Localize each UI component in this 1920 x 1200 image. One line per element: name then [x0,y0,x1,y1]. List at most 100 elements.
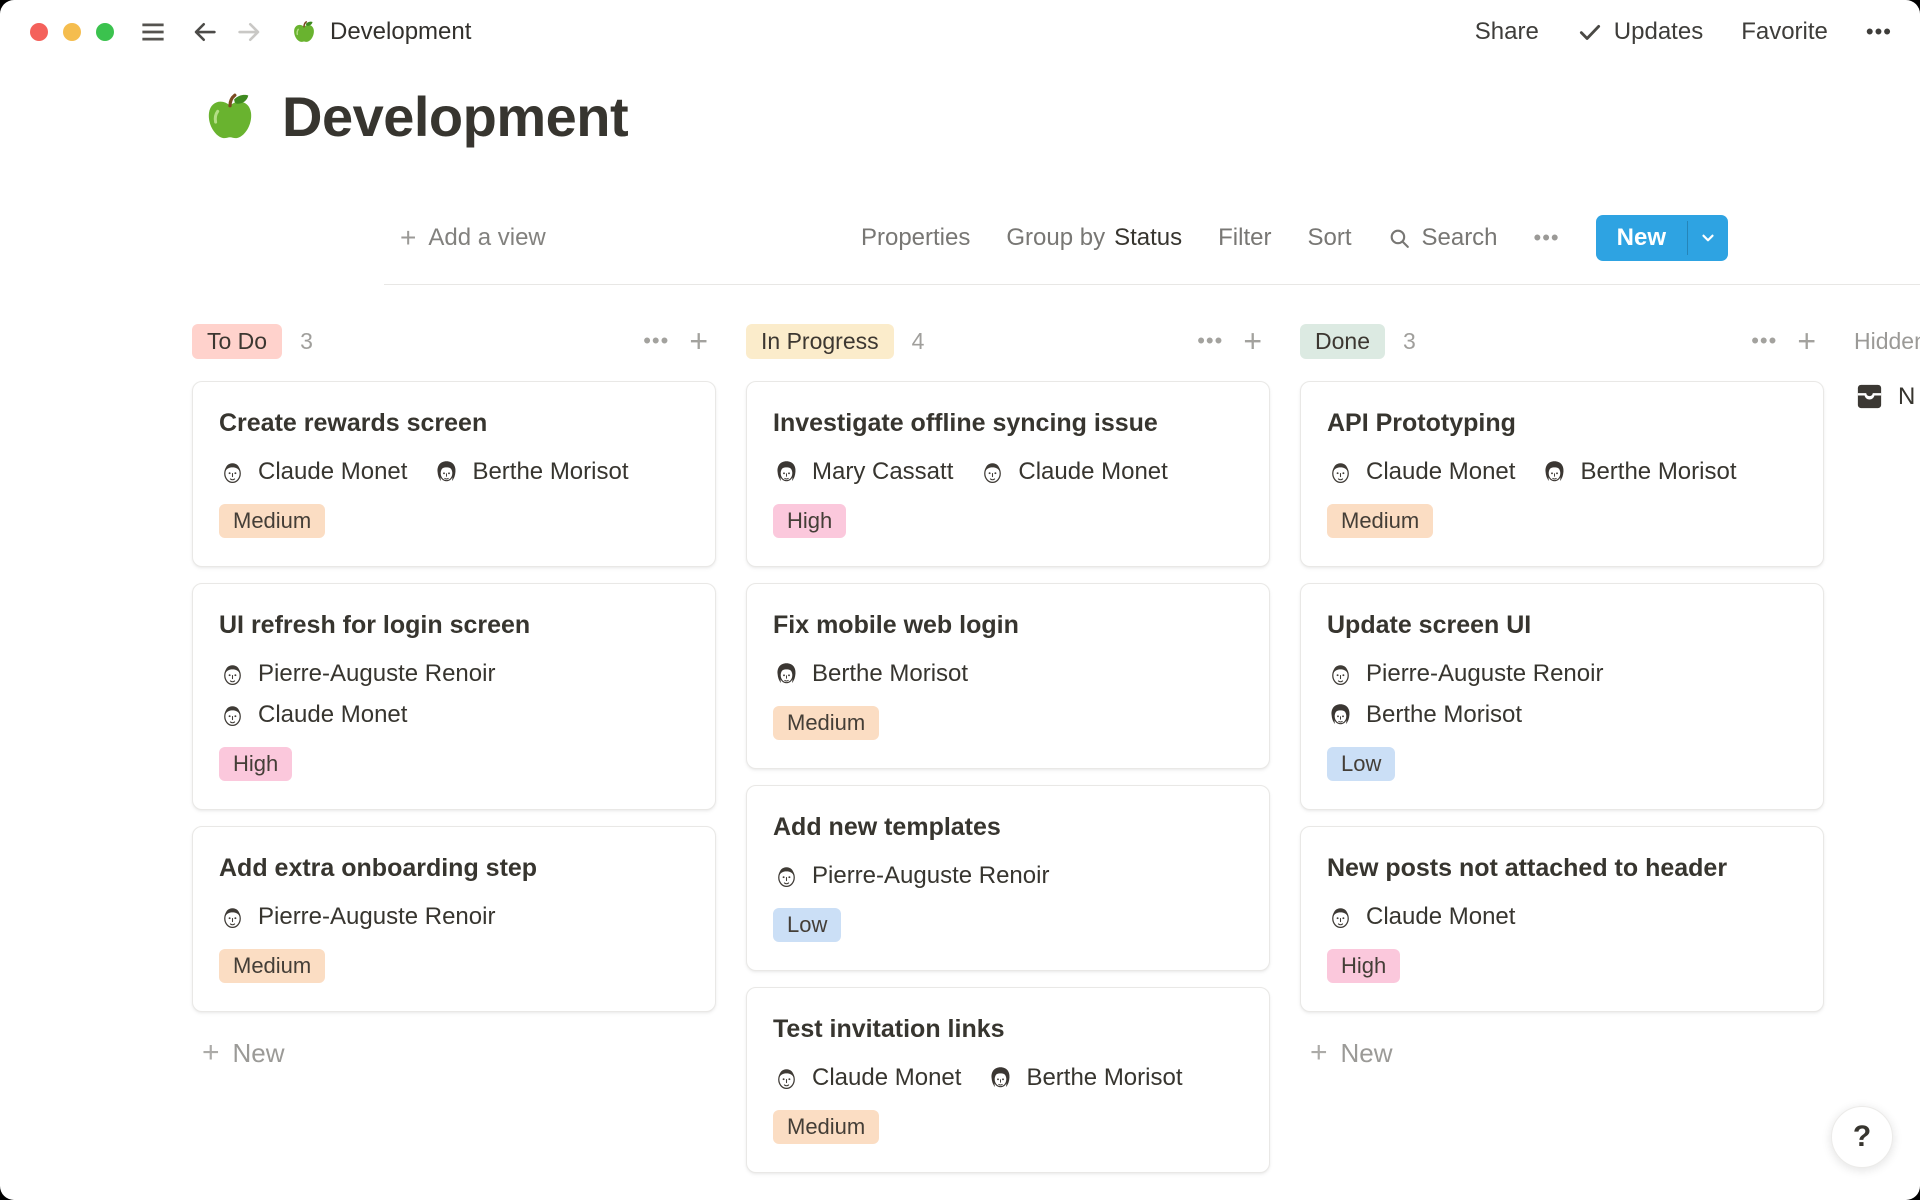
priority-tag: Medium [219,949,325,983]
card[interactable]: UI refresh for login screen Pierre-Augus… [192,583,716,810]
check-icon [1577,19,1603,45]
assignee-list: Pierre-Auguste Renoir [773,862,1243,890]
column-add-icon[interactable]: + [689,325,708,357]
assignee: Berthe Morisot [1541,458,1736,486]
card-title: API Prototyping [1327,408,1797,438]
assignee-list: Pierre-Auguste Renoir Berthe Morisot [1327,660,1797,729]
new-button[interactable]: New [1596,215,1728,261]
new-button-dropdown[interactable] [1688,215,1728,261]
column-more-icon[interactable]: ••• [1751,328,1777,354]
avatar-man-icon [1327,660,1354,688]
share-button[interactable]: Share [1475,18,1539,46]
assignee-name: Mary Cassatt [812,458,953,486]
priority-tag: High [219,747,292,781]
column-more-icon[interactable]: ••• [643,328,669,354]
kanban-board: To Do 3 ••• + Create rewards screen Clau… [0,285,1920,1189]
assignee: Pierre-Auguste Renoir [1327,660,1797,688]
avatar-woman-icon [987,1064,1014,1092]
assignee: Claude Monet [979,458,1167,486]
avatar-woman-icon [1541,458,1568,486]
assignee-list: Claude Monet Berthe Morisot [773,1064,1243,1092]
column-status-pill[interactable]: In Progress [746,324,894,359]
add-view-button[interactable]: + Add a view [400,222,546,254]
plus-icon: + [202,1036,220,1070]
properties-button[interactable]: Properties [861,224,970,252]
priority-tag: Low [773,908,841,942]
card[interactable]: API Prototyping Claude Monet Berthe Mori… [1300,381,1824,567]
no-status-inbox-icon [1854,381,1885,412]
card-title: Add extra onboarding step [219,853,689,883]
assignee-list: Mary Cassatt Claude Monet [773,458,1243,486]
assignee-name: Pierre-Auguste Renoir [258,660,495,688]
help-button[interactable]: ? [1831,1106,1893,1168]
page-apple-icon[interactable] [200,87,260,147]
column-add-icon[interactable]: + [1243,325,1262,357]
column-add-icon[interactable]: + [1797,325,1816,357]
assignee: Pierre-Auguste Renoir [773,862,1243,890]
avatar-man-icon [1327,458,1354,486]
assignee-name: Berthe Morisot [1026,1064,1182,1092]
column-done: Done 3 ••• + API Prototyping Claude Mone… [1300,321,1824,1078]
search-icon [1387,226,1412,251]
app-window: Development Share Updates Favorite ••• D… [0,0,1920,1200]
card-title: Update screen UI [1327,610,1797,640]
toolbar-more-icon[interactable]: ••• [1534,225,1560,251]
assignee-name: Pierre-Auguste Renoir [812,862,1049,890]
priority-tag: High [773,504,846,538]
hidden-columns-toggle[interactable]: Hidden [1854,321,1920,361]
updates-button[interactable]: Updates [1577,18,1703,46]
back-arrow-icon[interactable] [190,17,220,47]
breadcrumb-doc-title[interactable]: Development [330,18,471,46]
minimize-window-button[interactable] [63,23,81,41]
sidebar-menu-icon[interactable] [138,17,168,47]
search-label: Search [1421,224,1497,252]
card[interactable]: Investigate offline syncing issue Mary C… [746,381,1270,567]
search-button[interactable]: Search [1387,224,1497,252]
plus-icon: + [1310,1036,1328,1070]
updates-label: Updates [1614,18,1703,46]
card[interactable]: Update screen UI Pierre-Auguste Renoir B… [1300,583,1824,810]
page-title[interactable]: Development [282,84,628,150]
card[interactable]: Add extra onboarding step Pierre-Auguste… [192,826,716,1012]
add-view-label: Add a view [428,224,545,252]
column-more-icon[interactable]: ••• [1197,328,1223,354]
priority-tag: Medium [219,504,325,538]
priority-tag: Low [1327,747,1395,781]
assignee: Pierre-Auguste Renoir [219,660,689,688]
priority-tag: Medium [773,1110,879,1144]
avatar-man-icon [979,458,1006,486]
new-button-label[interactable]: New [1596,215,1687,261]
avatar-man-icon [219,660,246,688]
assignee-name: Claude Monet [1018,458,1167,486]
avatar-man-icon [773,862,800,890]
card[interactable]: New posts not attached to header Claude … [1300,826,1824,1012]
favorite-button[interactable]: Favorite [1741,18,1828,46]
card[interactable]: Fix mobile web login Berthe Morisot Medi… [746,583,1270,769]
close-window-button[interactable] [30,23,48,41]
assignee-name: Claude Monet [812,1064,961,1092]
card[interactable]: Add new templates Pierre-Auguste Renoir … [746,785,1270,971]
column-status-pill[interactable]: To Do [192,324,282,359]
more-options-icon[interactable]: ••• [1866,19,1892,45]
column-status-pill[interactable]: Done [1300,324,1385,359]
card-title: UI refresh for login screen [219,610,689,640]
card[interactable]: Create rewards screen Claude Monet Berth… [192,381,716,567]
sort-button[interactable]: Sort [1307,224,1351,252]
add-card-button[interactable]: + New [192,1028,716,1078]
assignee: Berthe Morisot [987,1064,1182,1092]
avatar-man-icon [773,1064,800,1092]
group-by-button[interactable]: Group by Status [1006,224,1182,252]
add-card-button[interactable]: + New [1300,1028,1824,1078]
avatar-woman-icon [773,458,800,486]
forward-arrow-icon[interactable] [234,17,264,47]
hidden-column-item[interactable]: N [1854,381,1920,412]
avatar-woman-icon [773,660,800,688]
assignee: Pierre-Auguste Renoir [219,903,689,931]
assignee-name: Claude Monet [1366,458,1515,486]
filter-button[interactable]: Filter [1218,224,1271,252]
assignee-list: Pierre-Auguste Renoir [219,903,689,931]
maximize-window-button[interactable] [96,23,114,41]
avatar-man-icon [219,903,246,931]
titlebar: Development Share Updates Favorite ••• [0,0,1920,64]
card[interactable]: Test invitation links Claude Monet Berth… [746,987,1270,1173]
